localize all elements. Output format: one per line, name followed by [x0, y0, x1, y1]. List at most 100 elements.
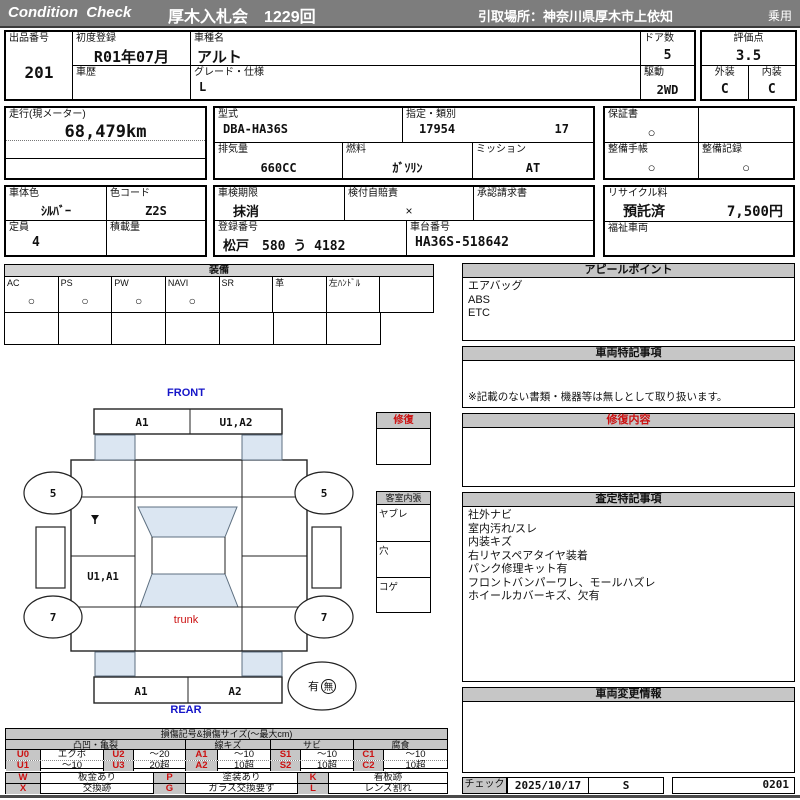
capacity-label: 定員 — [9, 222, 29, 233]
mileage-value: 68,479km — [64, 122, 147, 142]
appeal-line: ETC — [468, 307, 490, 319]
spare-tire-indicator: 有 無 — [292, 673, 352, 699]
cabin-lining-title: 客室内張 — [377, 492, 430, 505]
title-bar: Condition Check 厚木入札会 1229回 引取場所：神奈川県厚木市… — [0, 0, 800, 28]
interior-grade: C — [767, 82, 776, 97]
legend-code: X — [6, 784, 41, 794]
appeal-line: ABS — [468, 293, 491, 306]
damage-legend-table: 損傷記号&損傷サイズ(～最大cm) 凸凹・亀裂 線キズ サビ 腐食 U0 エクボ… — [5, 728, 448, 771]
legend-desc: 10超 — [405, 760, 426, 771]
check-code-box: 0201 — [672, 777, 795, 794]
vehicle-notes-title: 車両特記事項 — [463, 347, 794, 361]
tire-front-left: 5 — [49, 486, 57, 500]
legend-code: K — [298, 773, 329, 783]
cabin-lining-box: 客室内張 ヤブレ 穴 コゲ — [376, 491, 431, 613]
legend-code: A1 — [186, 750, 218, 760]
equipment-label: SR — [221, 278, 235, 288]
check-box: 2025/10/17 S — [507, 777, 664, 794]
assessment-line: 内装キズ — [468, 536, 512, 548]
legend-desc: ～10 — [218, 750, 271, 760]
divider — [6, 158, 205, 159]
first-reg-label: 初度登録 — [76, 33, 116, 44]
check-inspector: S — [622, 779, 630, 792]
equipment-value: ○ — [188, 293, 196, 308]
model-name-value: アルト — [197, 48, 242, 66]
trunk-label: trunk — [173, 614, 199, 626]
front-bumper-right-code: U1,A2 — [219, 415, 253, 429]
legend-group: 線キズ — [186, 740, 271, 750]
welfare-label: 福祉車両 — [608, 223, 648, 234]
legend-code: S1 — [271, 750, 301, 760]
maintenance-record-label: 整備記録 — [702, 144, 742, 155]
damage-legend-title: 損傷記号&損傷サイズ(～最大cm) — [6, 729, 447, 740]
rear-window — [139, 573, 239, 608]
equipment-value — [380, 279, 433, 312]
inspection-label: 車検期限 — [218, 188, 258, 199]
lot-number: 201 — [24, 63, 54, 82]
condition-check-sheet: Condition Check 厚木入札会 1229回 引取場所：神奈川県厚木市… — [0, 0, 800, 800]
equipment-value: ○ — [81, 293, 89, 308]
legend-code: P — [154, 773, 186, 783]
assessment-notes-box: 査定特記事項 社外ナビ 室内汚れ/スレ 内装キズ 右リヤスペアタイヤ装着 パンク… — [462, 492, 795, 682]
capacity-value: 4 — [32, 235, 40, 250]
legend-desc: ～20 — [134, 750, 186, 760]
repair-detail-title: 修復内容 — [463, 414, 794, 428]
legend-code: U0 — [6, 750, 41, 760]
recycle-status: 預託済 — [623, 204, 665, 220]
registration-table: 車検期限 抹消 検付自賠責 × 承認請求書 登録番号 松戸 580 う 4182… — [213, 185, 595, 257]
spare-yes-label: 有 — [308, 681, 319, 693]
equipment-label: PW — [114, 278, 129, 288]
legend-desc: ～10 — [41, 761, 104, 771]
body-color-label: 車体色 — [9, 188, 39, 199]
cabin-row-tear: ヤブレ — [379, 509, 408, 520]
maintenance-book-label: 整備手帳 — [608, 144, 648, 155]
tire-rear-right: 7 — [320, 610, 328, 624]
class-number: 17954 — [419, 122, 456, 136]
equipment-value — [273, 289, 326, 312]
history-label: 車歴 — [76, 67, 96, 78]
legend-code: U2 — [104, 750, 134, 760]
rear-label: REAR — [170, 704, 202, 716]
color-code-label: 色コード — [110, 188, 150, 199]
exterior-grade: C — [720, 82, 729, 97]
equipment-value — [327, 289, 380, 312]
drive-value: 2WD — [656, 82, 679, 97]
transmission-value: AT — [525, 160, 541, 175]
rear-bumper-right-code: A2 — [228, 684, 242, 698]
assessment-line: パンク修理キット有 — [468, 563, 568, 575]
legend-code: C2 — [354, 761, 384, 771]
legend-desc: 看板跡 — [373, 772, 403, 783]
insurance-label: 検付自賠責 — [348, 188, 398, 199]
assessment-line: 室内汚れ/スレ — [468, 522, 538, 535]
windshield — [137, 506, 238, 538]
class-number2: 17 — [554, 122, 569, 136]
appeal-line: エアバッグ — [468, 280, 523, 292]
appeal-points-box: アピールポイント エアバッグ ABS ETC — [462, 263, 795, 341]
appeal-points-title: アピールポイント — [463, 264, 794, 278]
equipment-value: ○ — [27, 293, 35, 308]
spec-table: 型式 DBA-HA36S 指定・類別 17954 17 排気量 660CC 燃料… — [213, 106, 595, 180]
lot-label: 出品番号 — [9, 33, 49, 44]
legend-code: A2 — [186, 761, 218, 771]
exterior-label: 外装 — [714, 67, 735, 78]
left-door-code: U1,A1 — [87, 571, 119, 583]
equipment-label: AC — [7, 278, 20, 288]
warranty-mark: ○ — [647, 124, 656, 140]
displacement-value: 660CC — [260, 160, 297, 175]
vehicle-notes-box: 車両特記事項 ※記載のない書類・機器等は無しとして取り扱います。 — [462, 346, 795, 408]
legend-group: サビ — [271, 740, 354, 750]
legend-desc: ～10 — [405, 749, 426, 760]
tire-rear-left: 7 — [49, 610, 57, 624]
equipment-label: 革 — [275, 278, 285, 288]
legend-code: C1 — [354, 750, 384, 760]
repair-mini-title: 修復 — [377, 413, 430, 429]
equipment-label: PS — [60, 278, 73, 288]
legend-desc: レンズ割れ — [364, 783, 412, 794]
legend-desc: ～10 — [301, 750, 354, 760]
legend-code: L — [298, 784, 329, 794]
grade-label: グレード・仕様 — [194, 67, 264, 78]
insurance-mark: × — [405, 203, 413, 218]
chassis-number-value: HA36S-518642 — [415, 235, 509, 250]
assessment-line: フロントバンパーワレ、モールハズレ — [468, 576, 656, 589]
legend-desc: ガラス交換要す — [186, 784, 298, 794]
